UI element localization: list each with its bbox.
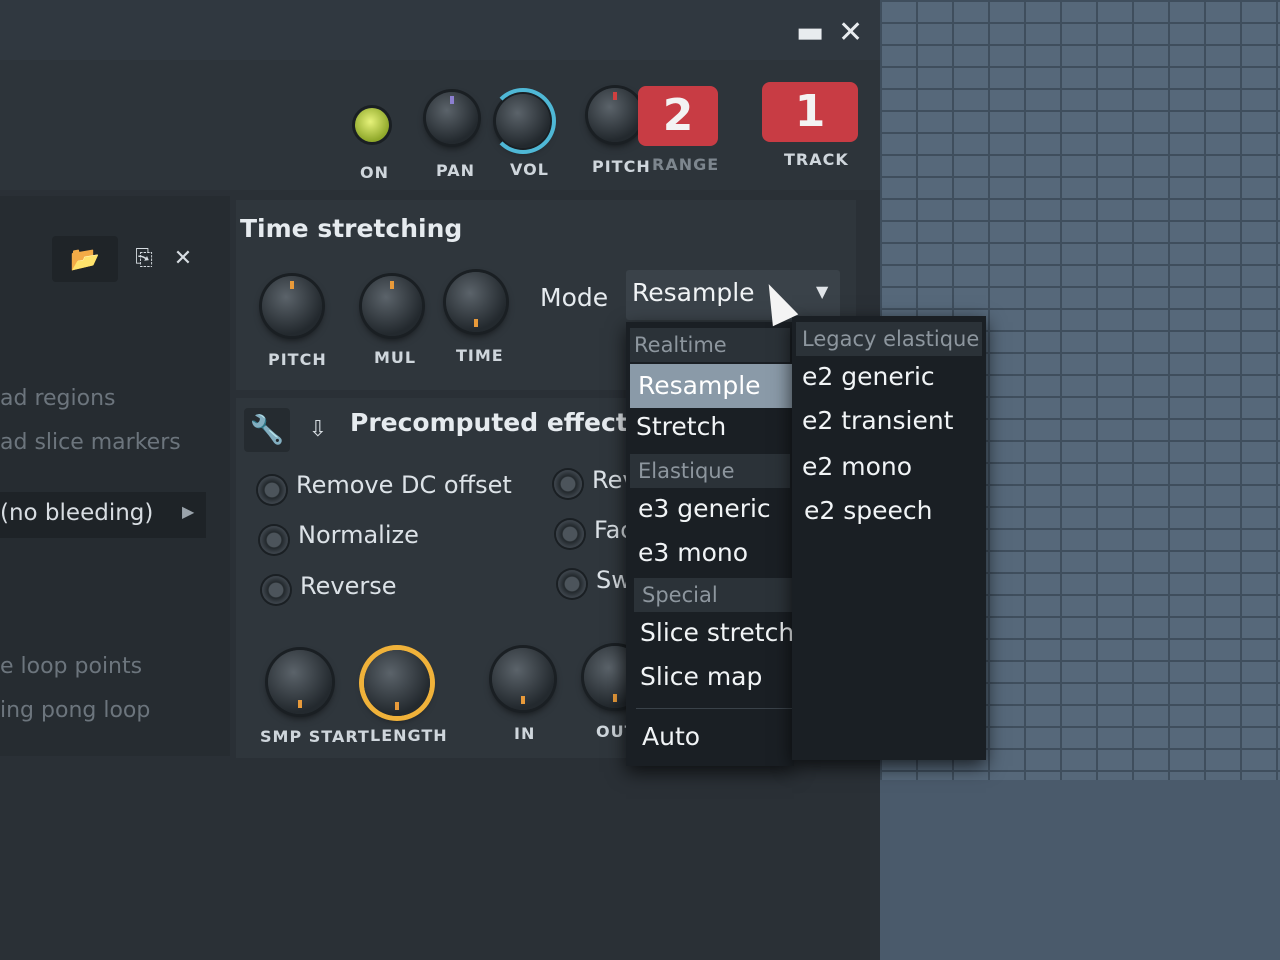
- menu-header-realtime: Realtime: [630, 328, 790, 362]
- pan-knob-marker: [450, 96, 454, 104]
- minimize-icon[interactable]: ▬: [796, 18, 824, 48]
- reverse-radio[interactable]: [262, 576, 290, 604]
- chevron-down-icon: ▼: [816, 282, 829, 301]
- pan-label: PAN: [436, 161, 476, 180]
- mode-select-value: Resample: [632, 278, 755, 307]
- fade-stereo-radio[interactable]: [556, 520, 584, 548]
- fade-in-knob[interactable]: [492, 648, 554, 710]
- sample-start-label: SMP START: [260, 727, 370, 746]
- menu-item-e2-mono[interactable]: e2 mono: [802, 452, 912, 481]
- menu-item-e3-mono[interactable]: e3 mono: [638, 538, 748, 567]
- on-label: ON: [360, 163, 389, 182]
- menu-item-slice-stretch[interactable]: Slice stretch: [640, 618, 794, 647]
- channel-on-led[interactable]: [355, 108, 389, 142]
- menu-header-special: Special: [634, 578, 794, 612]
- pitch-knob-marker: [613, 92, 617, 100]
- open-folder-icon[interactable]: 📂: [52, 236, 118, 282]
- stretch-mul-knob[interactable]: [362, 276, 422, 336]
- sample-start-knob[interactable]: [268, 650, 332, 714]
- stretch-mul-knob-marker: [390, 281, 394, 289]
- pitch-knob[interactable]: [588, 88, 642, 142]
- sidebar-item-ping-pong-loop[interactable]: ing pong loop: [0, 698, 150, 723]
- menu-item-e2-transient[interactable]: e2 transient: [802, 406, 953, 435]
- track-counter[interactable]: 1: [762, 82, 858, 142]
- length-label: LENGTH: [370, 726, 448, 745]
- stretch-time-knob-marker: [474, 319, 478, 327]
- remove-dc-offset-radio[interactable]: [258, 476, 286, 504]
- stretch-time-label: TIME: [456, 346, 504, 365]
- time-stretching-title: Time stretching: [240, 214, 463, 243]
- bleeding-select[interactable]: (no bleeding) ▶: [0, 492, 206, 538]
- menu-item-stretch[interactable]: Stretch: [636, 412, 726, 441]
- menu-item-e2-speech[interactable]: e2 speech: [804, 496, 932, 525]
- pan-knob[interactable]: [426, 92, 478, 144]
- stretch-time-knob[interactable]: [446, 272, 506, 332]
- volume-ring: [490, 88, 556, 154]
- menu-item-auto[interactable]: Auto: [642, 722, 700, 751]
- menu-header-elastique: Elastique: [630, 454, 790, 488]
- menu-item-resample[interactable]: Resample: [630, 364, 792, 408]
- sample-start-knob-marker: [298, 700, 302, 708]
- mode-select[interactable]: Resample ▼: [626, 270, 840, 320]
- playlist-background-bottom: [880, 780, 1280, 960]
- range-label: RANGE: [652, 155, 720, 174]
- pitch-range-counter[interactable]: 2: [638, 86, 718, 146]
- wrench-icon[interactable]: 🔧: [244, 408, 290, 452]
- reverse-label: Reverse: [300, 572, 397, 600]
- menu-item-e3-generic[interactable]: e3 generic: [638, 494, 771, 523]
- stretch-pitch-label: PITCH: [268, 350, 327, 369]
- track-label: TRACK: [784, 150, 849, 169]
- close-icon[interactable]: ✕: [838, 18, 863, 48]
- sidebar-item-loop-points[interactable]: e loop points: [0, 654, 142, 679]
- menu-header-legacy-elastique: Legacy elastique: [796, 322, 982, 356]
- clear-sample-icon[interactable]: ✕: [168, 236, 198, 282]
- precomputed-effects-title: Precomputed effects: [350, 408, 643, 437]
- chevron-right-icon: ▶: [182, 502, 195, 521]
- menu-item-slice-map[interactable]: Slice map: [640, 662, 762, 691]
- stretch-mul-label: MUL: [374, 348, 417, 367]
- stretch-pitch-knob[interactable]: [262, 276, 322, 336]
- swap-stereo-radio[interactable]: [558, 570, 586, 598]
- menu-divider: [636, 708, 792, 709]
- mode-label: Mode: [540, 283, 609, 312]
- bleeding-select-value: (no bleeding): [0, 500, 154, 526]
- pitch-label: PITCH: [592, 157, 651, 176]
- length-knob[interactable]: [364, 650, 430, 716]
- fade-in-knob-marker: [521, 696, 525, 704]
- window-titlebar: ▬ ✕: [0, 0, 880, 60]
- reverse-polarity-radio[interactable]: [554, 470, 582, 498]
- mode-menu-column-1: Realtime Resample Stretch Elastique e3 g…: [626, 322, 794, 766]
- length-knob-marker: [395, 702, 399, 710]
- mode-menu-column-2: Legacy elastique e2 generic e2 transient…: [792, 316, 986, 760]
- process-icon[interactable]: ⇩: [298, 408, 338, 452]
- menu-item-e2-generic[interactable]: e2 generic: [802, 362, 935, 391]
- vol-label: VOL: [510, 160, 549, 179]
- fade-out-knob-marker: [613, 694, 617, 702]
- sidebar-item-slice-markers[interactable]: ad slice markers: [0, 430, 181, 455]
- normalize-radio[interactable]: [260, 526, 288, 554]
- sidebar-item-regions[interactable]: ad regions: [0, 386, 115, 411]
- normalize-label: Normalize: [298, 521, 419, 549]
- fade-in-label: IN: [514, 724, 536, 743]
- browse-icon[interactable]: ⎘: [124, 236, 164, 282]
- stretch-pitch-knob-marker: [290, 281, 294, 289]
- remove-dc-offset-label: Remove DC offset: [296, 471, 512, 499]
